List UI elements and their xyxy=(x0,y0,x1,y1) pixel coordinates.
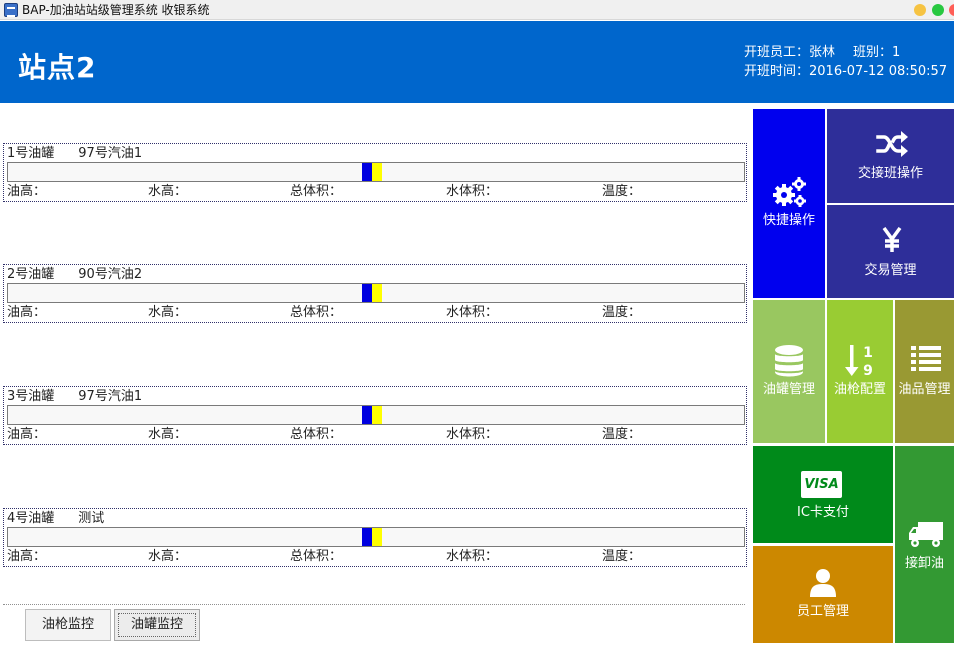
tank-readings: 油高： 水高： 总体积： 水体积： 温度： xyxy=(7,183,745,200)
tab-tank-monitor[interactable]: 油罐监控 xyxy=(114,609,200,641)
water-volume-label: 水体积： xyxy=(446,549,499,564)
tile-staff-management[interactable]: 员工管理 xyxy=(753,546,893,643)
tank-readings: 油高： 水高： 总体积： 水体积： 温度： xyxy=(7,548,745,565)
shift-time-label: 开班时间： xyxy=(744,64,810,79)
tile-label: 快捷操作 xyxy=(762,213,815,228)
tank-panel: 2号油罐 90号汽油2 油高： 水高： 总体积： 水体积： 温度： xyxy=(3,264,747,323)
water-level-indicator xyxy=(372,406,382,424)
tank-panel: 1号油罐 97号汽油1 油高： 水高： 总体积： 水体积： 温度： xyxy=(3,143,747,202)
tile-product-management[interactable]: 油品管理 xyxy=(895,300,954,443)
tab-gun-monitor[interactable]: 油枪监控 xyxy=(25,609,111,641)
temperature-label: 温度： xyxy=(602,305,642,320)
tile-quick-ops[interactable]: 快捷操作 xyxy=(753,109,825,298)
tile-label: 油罐管理 xyxy=(762,382,815,397)
tile-label: 油枪配置 xyxy=(833,382,886,397)
svg-text:9: 9 xyxy=(863,363,873,377)
close-button[interactable] xyxy=(949,4,954,16)
tank-readings: 油高： 水高： 总体积： 水体积： 温度： xyxy=(7,304,745,321)
oil-height-label: 油高： xyxy=(7,549,47,564)
tank-level-bar xyxy=(7,162,745,182)
tile-label: 接卸油 xyxy=(904,556,944,571)
oil-height-label: 油高： xyxy=(7,305,47,320)
water-level-indicator xyxy=(372,528,382,546)
gears-icon xyxy=(773,177,806,207)
tank-name: 2号油罐 xyxy=(7,267,55,282)
yen-icon xyxy=(882,227,902,252)
shift-staff-label: 开班员工： xyxy=(744,45,810,60)
database-icon xyxy=(775,345,803,377)
tank-product: 97号汽油1 xyxy=(78,389,143,404)
tile-label: 交易管理 xyxy=(864,263,917,278)
tank-readings: 油高： 水高： 总体积： 水体积： 温度： xyxy=(7,426,745,443)
oil-level-indicator xyxy=(362,284,372,302)
svg-text:1: 1 xyxy=(863,345,873,361)
oil-height-label: 油高： xyxy=(7,427,47,442)
window-titlebar: BAP-加油站站级管理系统 收银系统 xyxy=(0,0,954,20)
tank-product: 97号汽油1 xyxy=(78,146,143,161)
water-level-indicator xyxy=(372,163,382,181)
tile-label: IC卡支付 xyxy=(797,505,849,520)
window-title: BAP-加油站站级管理系统 收银系统 xyxy=(22,3,210,17)
tank-product: 测试 xyxy=(78,511,105,526)
water-height-label: 水高： xyxy=(148,549,188,564)
shift-time-value: 2016-07-12 08:50:57 xyxy=(809,64,948,79)
temperature-label: 温度： xyxy=(602,427,642,442)
station-title: 站点2 xyxy=(18,51,97,84)
tile-tank-management[interactable]: 油罐管理 xyxy=(753,300,825,443)
water-height-label: 水高： xyxy=(148,305,188,320)
tile-trade-management[interactable]: 交易管理 xyxy=(827,205,954,298)
water-height-label: 水高： xyxy=(148,184,188,199)
tile-label: 员工管理 xyxy=(796,604,849,619)
tank-name: 1号油罐 xyxy=(7,146,55,161)
tank-panel: 4号油罐 测试 油高： 水高： 总体积： 水体积： 温度： xyxy=(3,508,747,567)
oil-level-indicator xyxy=(362,528,372,546)
total-volume-label: 总体积： xyxy=(290,184,343,199)
sort-numeric-icon: 1 9 xyxy=(845,345,873,377)
visa-badge-text: VISA xyxy=(804,477,839,492)
water-volume-label: 水体积： xyxy=(446,184,499,199)
tile-shift-handover[interactable]: 交接班操作 xyxy=(827,109,954,203)
tab-strip-divider xyxy=(3,604,745,605)
total-volume-label: 总体积： xyxy=(290,427,343,442)
shuffle-icon xyxy=(876,131,908,157)
tank-name: 4号油罐 xyxy=(7,511,55,526)
water-level-indicator xyxy=(372,284,382,302)
tank-level-bar xyxy=(7,283,745,303)
total-volume-label: 总体积： xyxy=(290,305,343,320)
tile-label: 交接班操作 xyxy=(857,166,923,181)
shift-no-value: 1 xyxy=(892,45,901,60)
shift-staff-value: 张林 xyxy=(809,45,836,60)
tank-panel: 3号油罐 97号汽油1 油高： 水高： 总体积： 水体积： 温度： xyxy=(3,386,747,445)
oil-level-indicator xyxy=(362,163,372,181)
user-icon xyxy=(810,569,836,597)
tank-product: 90号汽油2 xyxy=(78,267,143,282)
temperature-label: 温度： xyxy=(602,549,642,564)
maximize-button[interactable] xyxy=(932,4,944,16)
oil-level-indicator xyxy=(362,406,372,424)
app-icon xyxy=(4,3,18,17)
shift-staff-row: 开班员工：张林 班别：1 xyxy=(744,43,947,62)
oil-height-label: 油高： xyxy=(7,184,47,199)
tank-name: 3号油罐 xyxy=(7,389,55,404)
temperature-label: 温度： xyxy=(602,184,642,199)
total-volume-label: 总体积： xyxy=(290,549,343,564)
visa-card-icon: VISA xyxy=(801,471,842,498)
truck-icon xyxy=(909,522,943,547)
tile-label: 油品管理 xyxy=(898,382,951,397)
tile-ic-card-payment[interactable]: VISA IC卡支付 xyxy=(753,446,893,543)
list-icon xyxy=(911,346,941,371)
minimize-button[interactable] xyxy=(914,4,926,16)
app-header: 站点2 开班员工：张林 班别：1 开班时间：2016-07-12 08:50:57 xyxy=(0,21,954,103)
tile-gun-config[interactable]: 1 9 油枪配置 xyxy=(827,300,893,443)
water-volume-label: 水体积： xyxy=(446,305,499,320)
tank-level-bar xyxy=(7,527,745,547)
water-volume-label: 水体积： xyxy=(446,427,499,442)
shift-no-label: 班别： xyxy=(853,45,893,60)
tank-level-bar xyxy=(7,405,745,425)
water-height-label: 水高： xyxy=(148,427,188,442)
tile-unload-oil[interactable]: 接卸油 xyxy=(895,446,954,643)
shift-info: 开班员工：张林 班别：1 开班时间：2016-07-12 08:50:57 xyxy=(744,43,947,81)
shift-time-row: 开班时间：2016-07-12 08:50:57 xyxy=(744,62,947,81)
